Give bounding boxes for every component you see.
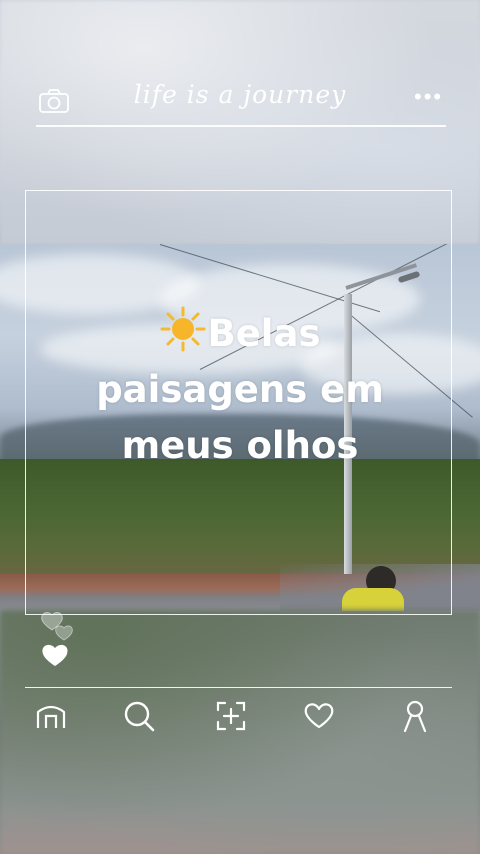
home-icon[interactable] bbox=[33, 698, 69, 734]
heart-outline-icon bbox=[55, 625, 73, 641]
more-dots-icon[interactable]: ••• bbox=[414, 86, 443, 108]
add-post-icon[interactable] bbox=[213, 698, 249, 734]
caption-line-1: Belas bbox=[207, 312, 321, 355]
sun-emoji bbox=[160, 306, 206, 352]
search-icon[interactable] bbox=[121, 698, 157, 734]
header-bar: life is a journey ••• bbox=[0, 80, 480, 126]
heart-icon[interactable] bbox=[301, 698, 337, 734]
bottom-nav bbox=[25, 687, 452, 748]
caption-line-3: meus olhos bbox=[121, 424, 359, 467]
floating-hearts bbox=[38, 610, 84, 670]
post-caption: Belas paisagens em meus olhos bbox=[40, 306, 440, 474]
app-title: life is a journey bbox=[133, 80, 347, 109]
caption-line-2: paisagens em bbox=[96, 368, 384, 411]
heart-filled-icon bbox=[42, 644, 68, 666]
profile-icon[interactable] bbox=[397, 698, 433, 734]
